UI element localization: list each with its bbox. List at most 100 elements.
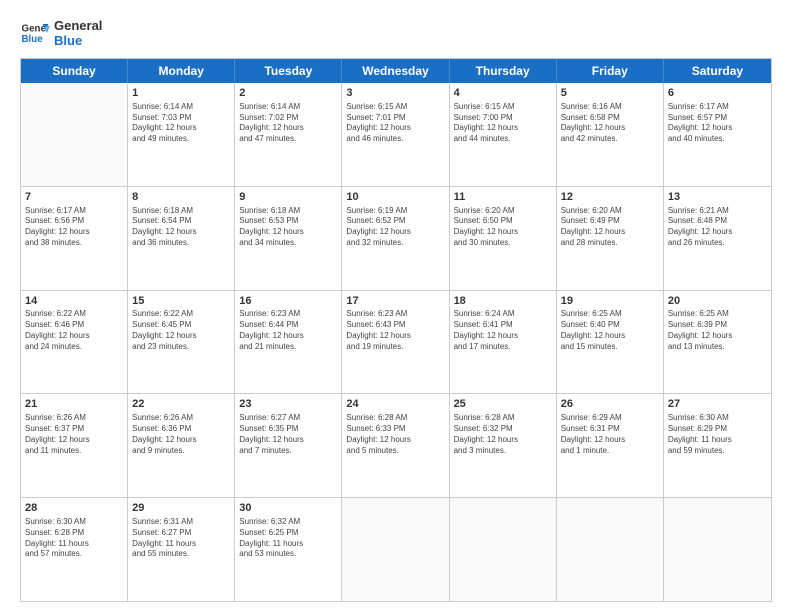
day-number: 7 — [25, 190, 123, 205]
day-info: Sunrise: 6:14 AM Sunset: 7:03 PM Dayligh… — [132, 102, 230, 145]
day-number: 9 — [239, 190, 337, 205]
svg-text:Blue: Blue — [22, 34, 44, 45]
weekday-header-thursday: Thursday — [450, 59, 557, 83]
logo-blue: Blue — [54, 33, 102, 48]
day-info: Sunrise: 6:27 AM Sunset: 6:35 PM Dayligh… — [239, 413, 337, 456]
weekday-header-monday: Monday — [128, 59, 235, 83]
logo: General Blue General Blue — [20, 18, 102, 48]
day-info: Sunrise: 6:22 AM Sunset: 6:46 PM Dayligh… — [25, 309, 123, 352]
day-number: 30 — [239, 501, 337, 516]
day-info: Sunrise: 6:32 AM Sunset: 6:25 PM Dayligh… — [239, 517, 337, 560]
calendar-body: 1Sunrise: 6:14 AM Sunset: 7:03 PM Daylig… — [21, 83, 771, 601]
calendar-row-5: 28Sunrise: 6:30 AM Sunset: 6:28 PM Dayli… — [21, 498, 771, 601]
day-number: 18 — [454, 294, 552, 309]
day-info: Sunrise: 6:20 AM Sunset: 6:49 PM Dayligh… — [561, 206, 659, 249]
calendar-row-1: 1Sunrise: 6:14 AM Sunset: 7:03 PM Daylig… — [21, 83, 771, 187]
day-number: 25 — [454, 397, 552, 412]
calendar-row-2: 7Sunrise: 6:17 AM Sunset: 6:56 PM Daylig… — [21, 187, 771, 291]
day-number: 16 — [239, 294, 337, 309]
day-cell-23: 23Sunrise: 6:27 AM Sunset: 6:35 PM Dayli… — [235, 394, 342, 497]
day-info: Sunrise: 6:23 AM Sunset: 6:44 PM Dayligh… — [239, 309, 337, 352]
weekday-header-tuesday: Tuesday — [235, 59, 342, 83]
logo-general: General — [54, 18, 102, 33]
day-cell-10: 10Sunrise: 6:19 AM Sunset: 6:52 PM Dayli… — [342, 187, 449, 290]
day-cell-5: 5Sunrise: 6:16 AM Sunset: 6:58 PM Daylig… — [557, 83, 664, 186]
day-cell-11: 11Sunrise: 6:20 AM Sunset: 6:50 PM Dayli… — [450, 187, 557, 290]
day-number: 10 — [346, 190, 444, 205]
day-info: Sunrise: 6:30 AM Sunset: 6:28 PM Dayligh… — [25, 517, 123, 560]
day-info: Sunrise: 6:28 AM Sunset: 6:33 PM Dayligh… — [346, 413, 444, 456]
weekday-header-saturday: Saturday — [664, 59, 771, 83]
logo-icon: General Blue — [20, 18, 50, 48]
day-info: Sunrise: 6:26 AM Sunset: 6:36 PM Dayligh… — [132, 413, 230, 456]
day-number: 6 — [668, 86, 767, 101]
day-info: Sunrise: 6:15 AM Sunset: 7:01 PM Dayligh… — [346, 102, 444, 145]
day-number: 17 — [346, 294, 444, 309]
day-info: Sunrise: 6:15 AM Sunset: 7:00 PM Dayligh… — [454, 102, 552, 145]
day-cell-20: 20Sunrise: 6:25 AM Sunset: 6:39 PM Dayli… — [664, 291, 771, 394]
day-cell-22: 22Sunrise: 6:26 AM Sunset: 6:36 PM Dayli… — [128, 394, 235, 497]
day-cell-16: 16Sunrise: 6:23 AM Sunset: 6:44 PM Dayli… — [235, 291, 342, 394]
day-number: 21 — [25, 397, 123, 412]
empty-cell — [342, 498, 449, 601]
day-info: Sunrise: 6:18 AM Sunset: 6:54 PM Dayligh… — [132, 206, 230, 249]
day-cell-3: 3Sunrise: 6:15 AM Sunset: 7:01 PM Daylig… — [342, 83, 449, 186]
day-cell-7: 7Sunrise: 6:17 AM Sunset: 6:56 PM Daylig… — [21, 187, 128, 290]
day-info: Sunrise: 6:18 AM Sunset: 6:53 PM Dayligh… — [239, 206, 337, 249]
day-info: Sunrise: 6:29 AM Sunset: 6:31 PM Dayligh… — [561, 413, 659, 456]
day-cell-29: 29Sunrise: 6:31 AM Sunset: 6:27 PM Dayli… — [128, 498, 235, 601]
day-number: 2 — [239, 86, 337, 101]
day-cell-17: 17Sunrise: 6:23 AM Sunset: 6:43 PM Dayli… — [342, 291, 449, 394]
day-cell-13: 13Sunrise: 6:21 AM Sunset: 6:48 PM Dayli… — [664, 187, 771, 290]
day-info: Sunrise: 6:19 AM Sunset: 6:52 PM Dayligh… — [346, 206, 444, 249]
day-cell-14: 14Sunrise: 6:22 AM Sunset: 6:46 PM Dayli… — [21, 291, 128, 394]
day-cell-26: 26Sunrise: 6:29 AM Sunset: 6:31 PM Dayli… — [557, 394, 664, 497]
day-number: 5 — [561, 86, 659, 101]
day-info: Sunrise: 6:28 AM Sunset: 6:32 PM Dayligh… — [454, 413, 552, 456]
day-number: 27 — [668, 397, 767, 412]
day-number: 22 — [132, 397, 230, 412]
day-number: 3 — [346, 86, 444, 101]
day-number: 29 — [132, 501, 230, 516]
day-number: 28 — [25, 501, 123, 516]
empty-cell — [557, 498, 664, 601]
day-cell-25: 25Sunrise: 6:28 AM Sunset: 6:32 PM Dayli… — [450, 394, 557, 497]
day-info: Sunrise: 6:22 AM Sunset: 6:45 PM Dayligh… — [132, 309, 230, 352]
weekday-header-wednesday: Wednesday — [342, 59, 449, 83]
day-cell-15: 15Sunrise: 6:22 AM Sunset: 6:45 PM Dayli… — [128, 291, 235, 394]
day-info: Sunrise: 6:24 AM Sunset: 6:41 PM Dayligh… — [454, 309, 552, 352]
day-info: Sunrise: 6:30 AM Sunset: 6:29 PM Dayligh… — [668, 413, 767, 456]
calendar-header: SundayMondayTuesdayWednesdayThursdayFrid… — [21, 59, 771, 83]
day-number: 19 — [561, 294, 659, 309]
day-cell-2: 2Sunrise: 6:14 AM Sunset: 7:02 PM Daylig… — [235, 83, 342, 186]
day-info: Sunrise: 6:25 AM Sunset: 6:39 PM Dayligh… — [668, 309, 767, 352]
empty-cell — [450, 498, 557, 601]
day-cell-1: 1Sunrise: 6:14 AM Sunset: 7:03 PM Daylig… — [128, 83, 235, 186]
day-cell-30: 30Sunrise: 6:32 AM Sunset: 6:25 PM Dayli… — [235, 498, 342, 601]
day-number: 15 — [132, 294, 230, 309]
day-cell-24: 24Sunrise: 6:28 AM Sunset: 6:33 PM Dayli… — [342, 394, 449, 497]
day-number: 4 — [454, 86, 552, 101]
day-cell-28: 28Sunrise: 6:30 AM Sunset: 6:28 PM Dayli… — [21, 498, 128, 601]
day-cell-9: 9Sunrise: 6:18 AM Sunset: 6:53 PM Daylig… — [235, 187, 342, 290]
day-info: Sunrise: 6:17 AM Sunset: 6:56 PM Dayligh… — [25, 206, 123, 249]
day-cell-19: 19Sunrise: 6:25 AM Sunset: 6:40 PM Dayli… — [557, 291, 664, 394]
day-number: 24 — [346, 397, 444, 412]
weekday-header-sunday: Sunday — [21, 59, 128, 83]
day-info: Sunrise: 6:16 AM Sunset: 6:58 PM Dayligh… — [561, 102, 659, 145]
day-cell-21: 21Sunrise: 6:26 AM Sunset: 6:37 PM Dayli… — [21, 394, 128, 497]
day-number: 1 — [132, 86, 230, 101]
day-info: Sunrise: 6:14 AM Sunset: 7:02 PM Dayligh… — [239, 102, 337, 145]
day-cell-8: 8Sunrise: 6:18 AM Sunset: 6:54 PM Daylig… — [128, 187, 235, 290]
day-cell-6: 6Sunrise: 6:17 AM Sunset: 6:57 PM Daylig… — [664, 83, 771, 186]
day-info: Sunrise: 6:20 AM Sunset: 6:50 PM Dayligh… — [454, 206, 552, 249]
page-header: General Blue General Blue — [20, 18, 772, 48]
empty-cell — [21, 83, 128, 186]
day-info: Sunrise: 6:21 AM Sunset: 6:48 PM Dayligh… — [668, 206, 767, 249]
day-number: 26 — [561, 397, 659, 412]
day-number: 8 — [132, 190, 230, 205]
day-cell-12: 12Sunrise: 6:20 AM Sunset: 6:49 PM Dayli… — [557, 187, 664, 290]
day-info: Sunrise: 6:26 AM Sunset: 6:37 PM Dayligh… — [25, 413, 123, 456]
calendar-row-4: 21Sunrise: 6:26 AM Sunset: 6:37 PM Dayli… — [21, 394, 771, 498]
weekday-header-friday: Friday — [557, 59, 664, 83]
